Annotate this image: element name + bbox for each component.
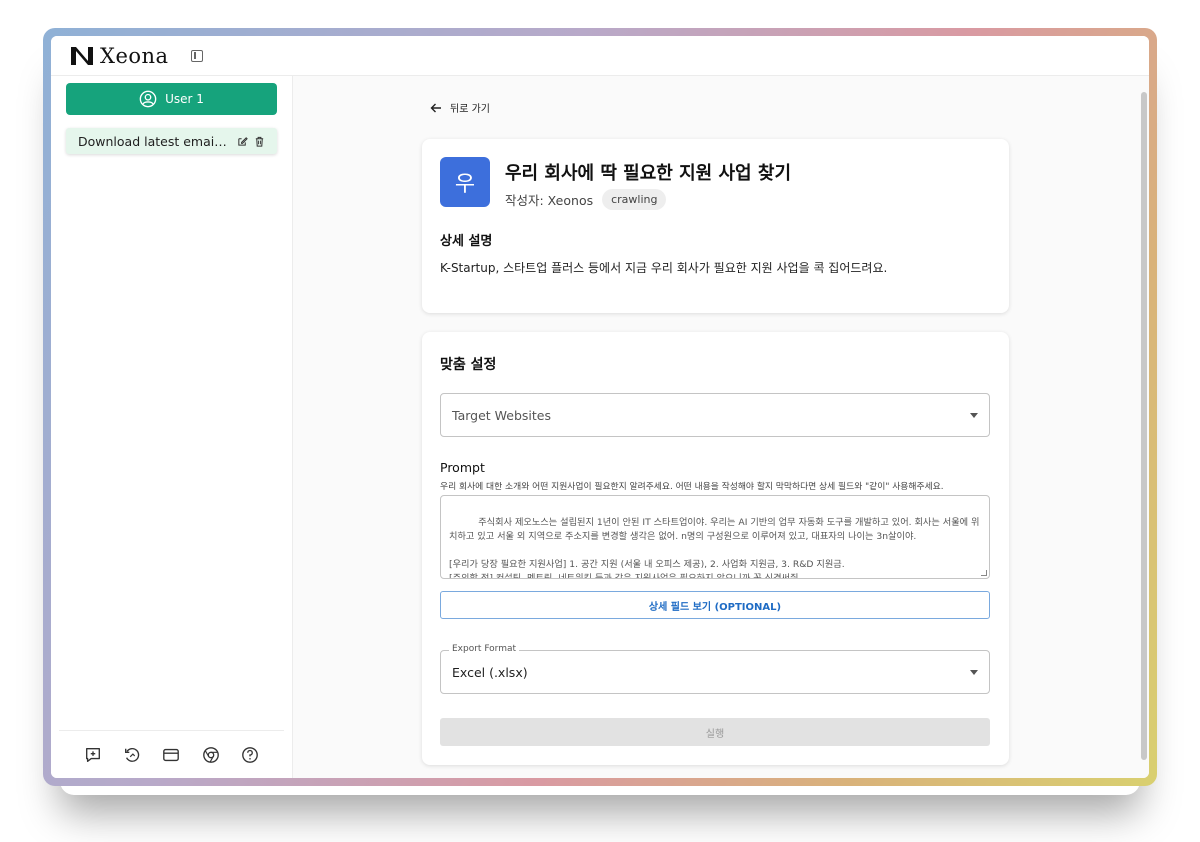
edit-icon[interactable]: [237, 136, 248, 147]
author-text: 작성자: Xeonos: [505, 193, 594, 208]
prompt-help-text: 우리 회사에 대한 소개와 어떤 지원사업이 필요한지 알려주세요. 어떤 내용…: [440, 482, 944, 492]
logo[interactable]: Xeona: [70, 44, 169, 68]
app-window: Xeona User 1 Download latest email a...: [51, 36, 1149, 778]
scrollbar[interactable]: [1141, 92, 1147, 760]
xeona-logo-icon: [71, 46, 93, 65]
sidebar-toggle-icon[interactable]: [190, 49, 203, 62]
export-format-value: Excel (.xlsx): [452, 664, 528, 680]
author-row: 작성자: Xeonos crawling: [505, 189, 667, 210]
export-format-select[interactable]: Export Format Excel (.xlsx): [440, 644, 990, 694]
main-content: 뒤로 가기 우 우리 회사에 딱 필요한 지원 사업 찾기 작성자: Xeono…: [293, 76, 1149, 778]
dropdown-caret-icon: [970, 413, 978, 418]
settings-heading: 맞춤 설정: [440, 357, 497, 373]
resize-grip-icon[interactable]: [981, 570, 987, 576]
trash-icon[interactable]: [254, 136, 265, 147]
chrome-icon[interactable]: [202, 746, 220, 764]
detail-text: K-Startup, 스타트업 플러스 등에서 지금 우리 회사가 필요한 지원…: [440, 261, 888, 275]
sidebar-footer: [59, 730, 284, 778]
billing-icon[interactable]: [162, 746, 180, 764]
arrow-left-icon: [430, 103, 441, 112]
prompt-label: Prompt: [440, 460, 485, 475]
detail-heading: 상세 설명: [440, 234, 493, 249]
export-format-label: Export Format: [449, 644, 520, 654]
task-item[interactable]: Download latest email a...: [66, 128, 277, 154]
app-info-card: 우 우리 회사에 딱 필요한 지원 사업 찾기 작성자: Xeonos craw…: [422, 139, 1009, 313]
help-icon[interactable]: [241, 746, 259, 764]
user-circle-icon: [139, 90, 157, 108]
user-button[interactable]: User 1: [66, 83, 277, 115]
app-title: 우리 회사에 딱 필요한 지원 사업 찾기: [505, 163, 791, 184]
prompt-text: 주식회사 제오노스는 설립된지 1년이 안된 IT 스타트업이야. 우리는 AI…: [449, 517, 980, 579]
detail-fields-button[interactable]: 상세 필드 보기 (OPTIONAL): [440, 591, 990, 619]
target-websites-placeholder: Target Websites: [452, 407, 551, 423]
top-bar: Xeona: [51, 36, 1149, 76]
settings-card: 맞춤 설정 Target Websites Prompt 우리 회사에 대한 소…: [422, 332, 1009, 765]
prompt-textarea[interactable]: 주식회사 제오노스는 설립된지 1년이 안된 IT 스타트업이야. 우리는 AI…: [440, 495, 990, 579]
user-label: User 1: [165, 92, 204, 106]
new-chat-icon[interactable]: [84, 746, 102, 764]
target-websites-select[interactable]: Target Websites: [440, 393, 990, 437]
dropdown-caret-icon: [970, 670, 978, 675]
back-label: 뒤로 가기: [450, 104, 490, 115]
back-button[interactable]: 뒤로 가기: [430, 100, 490, 115]
history-icon[interactable]: [123, 746, 141, 764]
app-name: Xeona: [100, 43, 169, 68]
window-frame: Xeona User 1 Download latest email a...: [43, 28, 1157, 786]
category-tag: crawling: [602, 189, 667, 210]
app-avatar: 우: [440, 157, 490, 207]
run-button[interactable]: 실행: [440, 718, 990, 746]
task-label: Download latest email a...: [78, 133, 228, 149]
sidebar: User 1 Download latest email a...: [51, 76, 293, 778]
